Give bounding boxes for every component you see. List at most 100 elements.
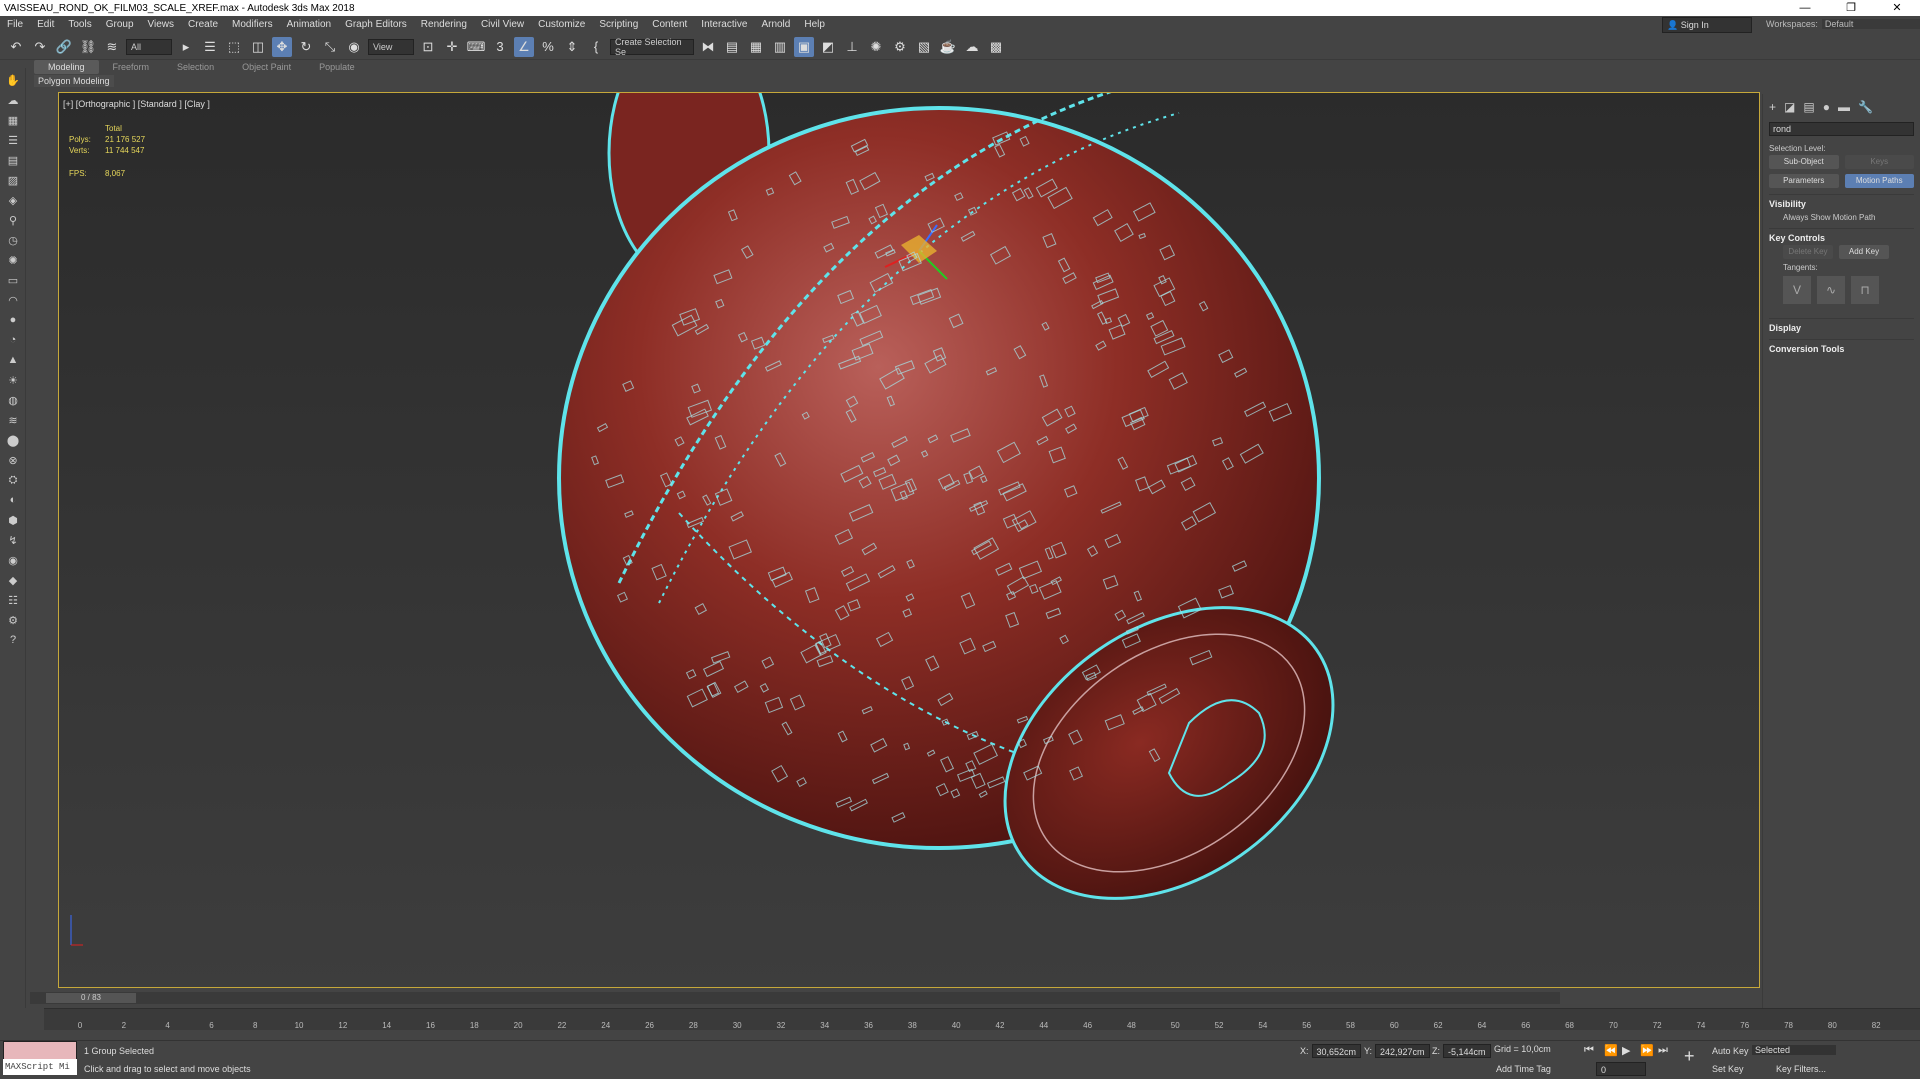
- angle-snap-icon[interactable]: ∠: [514, 36, 534, 57]
- reference-coordinate-dropdown[interactable]: View: [368, 38, 414, 55]
- key-controls-rollout[interactable]: Key Controls: [1769, 228, 1914, 243]
- menu-modifiers[interactable]: Modifiers: [225, 16, 280, 34]
- maximize-button[interactable]: ❐: [1828, 0, 1874, 16]
- shader-icon[interactable]: ◐: [5, 492, 21, 508]
- menu-animation[interactable]: Animation: [280, 16, 338, 34]
- menu-content[interactable]: Content: [645, 16, 694, 34]
- space-warp-icon[interactable]: ↯: [5, 532, 21, 548]
- object-name-field[interactable]: rond: [1769, 122, 1914, 136]
- cone-icon[interactable]: ▲: [5, 352, 21, 368]
- y-value[interactable]: 242,927cm: [1375, 1044, 1430, 1058]
- ship-model-render[interactable]: [59, 93, 1760, 988]
- display-icon[interactable]: ▤: [5, 152, 21, 168]
- tangent-smooth-icon[interactable]: V: [1783, 276, 1811, 304]
- named-selection-dropdown[interactable]: Create Selection Se: [610, 37, 694, 57]
- target-icon[interactable]: ⊗: [5, 452, 21, 468]
- select-rotate-icon[interactable]: ↻: [296, 37, 316, 57]
- menu-graph-editors[interactable]: Graph Editors: [338, 16, 414, 34]
- trackbar[interactable]: 0 2 4 6 8 10 12 14 16 18 20 22 24 26 28 30 32 34 36 38 40 42 4…: [44, 1008, 1920, 1030]
- helper-icon[interactable]: ⬤: [5, 432, 21, 448]
- selected-dropdown[interactable]: Selected: [1752, 1045, 1836, 1055]
- ribbon-tab-object-paint[interactable]: Object Paint: [228, 60, 305, 74]
- x-value[interactable]: 30,652cm: [1311, 1044, 1362, 1058]
- teapot-icon[interactable]: ◔: [5, 332, 21, 348]
- menu-group[interactable]: Group: [99, 16, 141, 34]
- light-icon[interactable]: ✺: [5, 252, 21, 268]
- pivot-center-icon[interactable]: ⊡: [418, 37, 438, 57]
- key-filters-button[interactable]: Key Filters...: [1776, 1064, 1826, 1074]
- render-setup-icon[interactable]: ⚙: [890, 37, 910, 57]
- always-show-motion-path-checkbox[interactable]: Always Show Motion Path: [1783, 213, 1900, 222]
- scene-explorer-icon[interactable]: ▦: [746, 37, 766, 57]
- time-slider-track[interactable]: [30, 992, 1560, 1004]
- keys-dropdown[interactable]: Keys: [1844, 155, 1914, 169]
- ribbon-tab-freeform[interactable]: Freeform: [99, 60, 164, 74]
- ribbon-tab-modeling[interactable]: Modeling: [34, 60, 99, 74]
- workspaces-dropdown[interactable]: Default: [1821, 19, 1920, 29]
- create-tab-icon[interactable]: +: [1769, 100, 1776, 114]
- select-object-icon[interactable]: ▸: [176, 37, 196, 57]
- visibility-rollout[interactable]: Visibility: [1769, 194, 1914, 209]
- set-key-icon[interactable]: +: [1684, 1046, 1695, 1067]
- mirror-icon[interactable]: ⧓: [698, 37, 718, 57]
- sun-icon[interactable]: ☀: [5, 372, 21, 388]
- schematic-view-icon[interactable]: ⊥: [842, 37, 862, 57]
- snaps-toggle-icon[interactable]: 3: [490, 37, 510, 57]
- utilities-tab-icon[interactable]: 🔧: [1858, 100, 1873, 114]
- manipulate-icon[interactable]: ✛: [442, 37, 462, 57]
- tangent-step-icon[interactable]: ⊓: [1851, 276, 1879, 304]
- sign-in-dropdown[interactable]: 👤 Sign In: [1662, 17, 1752, 33]
- motion-paths-button[interactable]: Motion Paths: [1844, 174, 1914, 188]
- z-value[interactable]: -5,144cm: [1443, 1044, 1491, 1058]
- menu-help[interactable]: Help: [797, 16, 832, 34]
- select-place-icon[interactable]: ◉: [344, 37, 364, 57]
- align-icon[interactable]: ▤: [722, 37, 742, 57]
- keyboard-shortcut-icon[interactable]: ⌨: [466, 37, 486, 57]
- render-iterative-icon[interactable]: ☁: [962, 37, 982, 57]
- menu-rendering[interactable]: Rendering: [414, 16, 474, 34]
- conversion-tools-rollout[interactable]: Conversion Tools: [1769, 339, 1914, 354]
- box-icon[interactable]: ▭: [5, 272, 21, 288]
- select-scale-icon[interactable]: ⤡: [320, 37, 340, 57]
- edit-named-selection-icon[interactable]: {: [586, 37, 606, 57]
- menu-customize[interactable]: Customize: [531, 16, 592, 34]
- polygon-modeling-tab[interactable]: Polygon Modeling: [34, 75, 114, 87]
- menu-scripting[interactable]: Scripting: [592, 16, 645, 34]
- maxscript-mini-listener[interactable]: MAXScript Mi: [3, 1059, 77, 1075]
- add-key-button[interactable]: Add Key: [1839, 245, 1889, 259]
- material-editor-icon[interactable]: ✺: [866, 37, 886, 57]
- percent-snap-icon[interactable]: %: [538, 37, 558, 57]
- delete-key-button[interactable]: Delete Key: [1783, 245, 1833, 259]
- dome-icon[interactable]: ◠: [5, 292, 21, 308]
- set-key-button[interactable]: Set Key: [1712, 1064, 1744, 1074]
- menu-tools[interactable]: Tools: [61, 16, 98, 34]
- ribbon-toggle-icon[interactable]: ▣: [794, 36, 814, 57]
- unlink-icon[interactable]: ⛓: [78, 37, 98, 57]
- menu-views[interactable]: Views: [141, 16, 182, 34]
- motion-tab-icon[interactable]: ●: [1823, 100, 1830, 114]
- explorer-icon[interactable]: ☁: [5, 92, 21, 108]
- curve-editor-icon[interactable]: ◩: [818, 37, 838, 57]
- settings-icon[interactable]: ⚙: [5, 612, 21, 628]
- previous-frame-icon[interactable]: ⏪: [1604, 1044, 1618, 1057]
- viewport-label[interactable]: [+] [Orthographic ] [Standard ] [Clay ]: [63, 99, 210, 109]
- undo-icon[interactable]: ↶: [6, 37, 26, 57]
- render-frame-icon[interactable]: ▧: [914, 37, 934, 57]
- menu-create[interactable]: Create: [181, 16, 225, 34]
- modify-tab-icon[interactable]: ◪: [1784, 100, 1795, 114]
- ribbon-tab-selection[interactable]: Selection: [163, 60, 228, 74]
- auto-key-button[interactable]: Auto Key: [1712, 1046, 1749, 1056]
- rectangle-selection-icon[interactable]: ⬚: [224, 37, 244, 57]
- help-icon[interactable]: ?: [5, 632, 21, 648]
- camera-icon[interactable]: ◉: [5, 552, 21, 568]
- close-button[interactable]: ✕: [1874, 0, 1920, 16]
- layer-explorer-icon[interactable]: ▥: [770, 37, 790, 57]
- display-rollout[interactable]: Display: [1769, 318, 1914, 333]
- menu-arnold[interactable]: Arnold: [754, 16, 797, 34]
- time-slider-thumb[interactable]: 0 / 83: [46, 993, 136, 1003]
- display-tab-icon[interactable]: ▬: [1838, 100, 1850, 114]
- minimize-button[interactable]: —: [1782, 0, 1828, 16]
- pan-view-icon[interactable]: ✋: [5, 72, 21, 88]
- gizmo-icon[interactable]: ◈: [5, 192, 21, 208]
- menu-civil-view[interactable]: Civil View: [474, 16, 531, 34]
